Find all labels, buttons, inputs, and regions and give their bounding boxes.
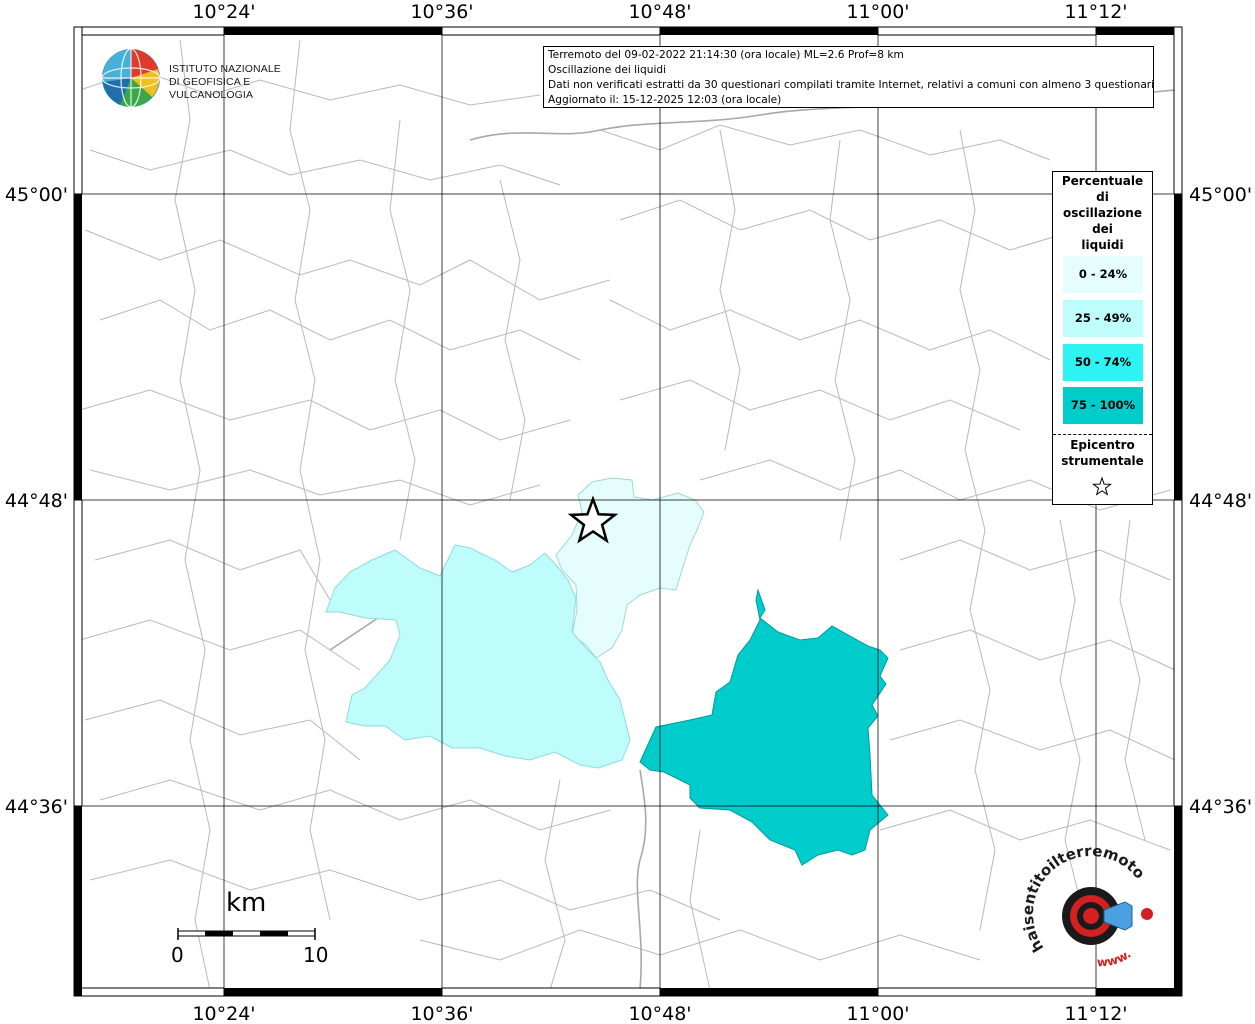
legend-epicenter-line: Epicentro [1070,438,1135,452]
legend-class-label: 25 - 49% [1074,311,1132,325]
legend: Percentuale di oscillazione dei liquidi … [1052,171,1153,505]
legend-title-line: liquidi [1081,238,1124,252]
ingv-logo-line2: DI GEOFISICA E VULCANOLOGIA [169,76,254,101]
legend-class-label: 75 - 100% [1070,398,1136,412]
right-label-1: 44°48' [1189,490,1252,512]
bottom-label-3: 11°00' [846,1003,909,1024]
ingv-logo: ISTITUTO NAZIONALE DI GEOFISICA E VULCAN… [100,47,320,109]
top-label-2: 10°48' [628,1,691,23]
scale-unit: km [226,888,267,918]
legend-class-1: 25 - 49% [1063,300,1143,337]
event-info-box: Terremoto del 09-02-2022 21:14:30 (ora l… [543,46,1154,108]
legend-class-label: 0 - 24% [1078,267,1128,281]
legend-class-3: 75 - 100% [1063,387,1143,424]
ingv-logo-line1: ISTITUTO NAZIONALE [169,63,281,75]
legend-separator [1053,434,1152,435]
top-label-0: 10°24' [192,1,255,23]
bottom-label-2: 10°48' [628,1003,691,1024]
right-label-0: 45°00' [1189,184,1252,206]
event-updated: Aggiornato il: 15-12-2025 12:03 (ora loc… [548,94,782,106]
left-label-1: 44°48' [5,490,68,512]
right-label-2: 44°36' [1189,796,1252,818]
left-label-2: 44°36' [5,796,68,818]
left-label-0: 45°00' [5,184,68,206]
bottom-label-4: 11°12' [1064,1003,1127,1024]
event-subtitle: Oscillazione dei liquidi [548,64,667,76]
top-label-3: 11°00' [846,1,909,23]
legend-class-0: 0 - 24% [1063,256,1143,293]
event-description: Dati non verificati estratti da 30 quest… [548,79,1154,91]
bottom-label-0: 10°24' [192,1003,255,1024]
bottom-label-1: 10°36' [410,1003,473,1024]
legend-epicenter: Epicentro strumentale [1053,437,1152,469]
legend-class-label: 50 - 74% [1074,355,1132,369]
ingv-globe-icon [101,48,161,108]
scale-max: 10 [303,943,329,967]
top-label-1: 10°36' [410,1,473,23]
legend-epicenter-line: strumentale [1061,454,1144,468]
legend-title-line: Percentuale [1061,174,1144,188]
event-title: Terremoto del 09-02-2022 21:14:30 (ora l… [548,49,904,61]
legend-class-2: 50 - 74% [1063,344,1143,381]
legend-title: Percentuale di oscillazione dei liquidi [1053,172,1152,253]
legend-title-line: di [1096,190,1109,204]
legend-star-icon [1091,476,1113,496]
scale-min: 0 [171,943,184,967]
legend-title-line: dei [1092,222,1113,236]
map-canvas: 10°24' 10°36' 10°48' 11°00' 11°12' 10°24… [0,0,1252,1024]
top-label-4: 11°12' [1064,1,1127,23]
legend-title-line: oscillazione [1063,206,1142,220]
